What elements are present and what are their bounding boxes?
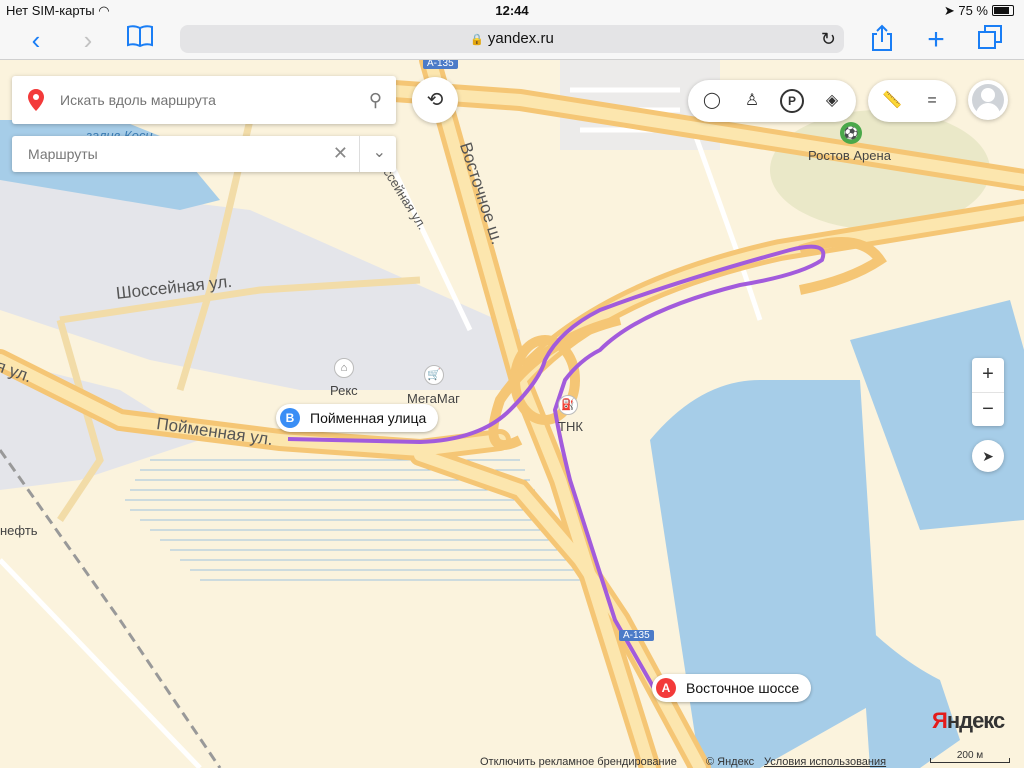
share-button[interactable] [866,24,898,56]
clock: 12:44 [495,3,529,18]
browser-toolbar: ‹ › 🔒 yandex.ru ↻ + [0,20,1024,60]
highway-shield-top: А-135 [423,60,458,69]
layers-icon[interactable]: ◈ [820,89,844,113]
close-icon[interactable]: ✕ [333,143,348,164]
tools-toolbar: 📏 = [868,80,956,122]
battery-icon [992,5,1014,16]
traffic-icon[interactable]: ◯ [700,89,724,113]
zoom-out-button[interactable]: − [972,392,1004,426]
shopping-cart-icon[interactable]: 🛒 [424,365,444,385]
waypoint-b[interactable]: B Пойменная улица [276,404,439,432]
zoom-in-button[interactable]: + [972,358,1004,392]
waypoint-a-label: Восточное шоссе [686,680,800,696]
location-arrow-icon: ➤ [943,3,955,18]
yandex-logo: Яндекс [932,708,1005,733]
waypoint-a-badge: A [656,678,676,698]
fuel-icon[interactable]: ⛽ [558,395,578,415]
map-scale: 200 м [930,750,1010,763]
zoom-control: + − [972,358,1004,426]
tabs-icon [978,25,1002,49]
copyright-text: © Яндекс [706,756,755,768]
waypoint-a[interactable]: A Восточное шоссе [652,674,812,702]
map-layers-toolbar: ◯ ♙ P ◈ [688,80,856,122]
book-icon [127,25,153,48]
reload-icon[interactable]: ↻ [821,25,836,53]
route-toggle-button[interactable]: ⟲ [412,77,458,123]
menu-icon[interactable]: = [920,89,944,113]
url-text: yandex.ru [487,30,554,47]
divider [359,136,360,172]
disable-branding-link[interactable]: Отключить рекламное брендирование [480,756,677,768]
search-icon[interactable]: ⚲ [369,90,382,111]
share-icon [872,24,892,51]
location-arrow-icon: ➤ [982,448,994,464]
poi-label-neft[interactable]: нефть [0,523,38,538]
forward-button[interactable]: › [72,24,104,56]
avatar[interactable] [968,80,1008,120]
routes-label: Маршруты [28,146,98,162]
back-button[interactable]: ‹ [20,24,52,56]
route-search-panel: ⚲ [12,76,396,124]
lock-icon: 🔒 [470,34,484,46]
bookmarks-button[interactable] [124,24,156,56]
bank-icon[interactable]: ⌂ [334,358,354,378]
routes-panel[interactable]: Маршруты ✕ ⌄ [12,136,396,172]
waypoint-b-label: Пойменная улица [310,410,427,426]
poi-label-rostov-arena[interactable]: Ростов Арена [808,148,891,163]
route-icon: ⟲ [426,89,444,111]
locate-me-button[interactable]: ➤ [972,440,1004,472]
chevron-down-icon[interactable]: ⌄ [373,142,386,162]
poi-label-reks[interactable]: Рекс [330,383,358,398]
ios-status-bar: Нет SIM-карты ◠ 12:44 ➤ 75 % [0,0,1024,20]
waypoint-b-badge: B [280,408,300,428]
tabs-button[interactable] [974,24,1006,56]
map-canvas[interactable]: Шоссейная ул. ссейная ул. Пойменная ул. … [0,60,1024,768]
battery-status: ➤ 75 % [944,3,1014,19]
stadium-icon[interactable]: ⚽ [840,122,862,144]
highway-shield: А-135 [619,630,654,641]
ruler-icon[interactable]: 📏 [880,89,904,113]
map-pin-icon [28,89,44,111]
address-bar[interactable]: 🔒 yandex.ru ↻ [180,25,844,53]
terms-link[interactable]: Условия использования [764,756,886,768]
poi-label-tnk[interactable]: ТНК [558,419,583,434]
new-tab-button[interactable]: + [920,24,952,56]
route-search-input[interactable] [60,88,350,112]
panorama-icon[interactable]: ♙ [740,89,764,113]
parking-icon[interactable]: P [780,89,804,113]
